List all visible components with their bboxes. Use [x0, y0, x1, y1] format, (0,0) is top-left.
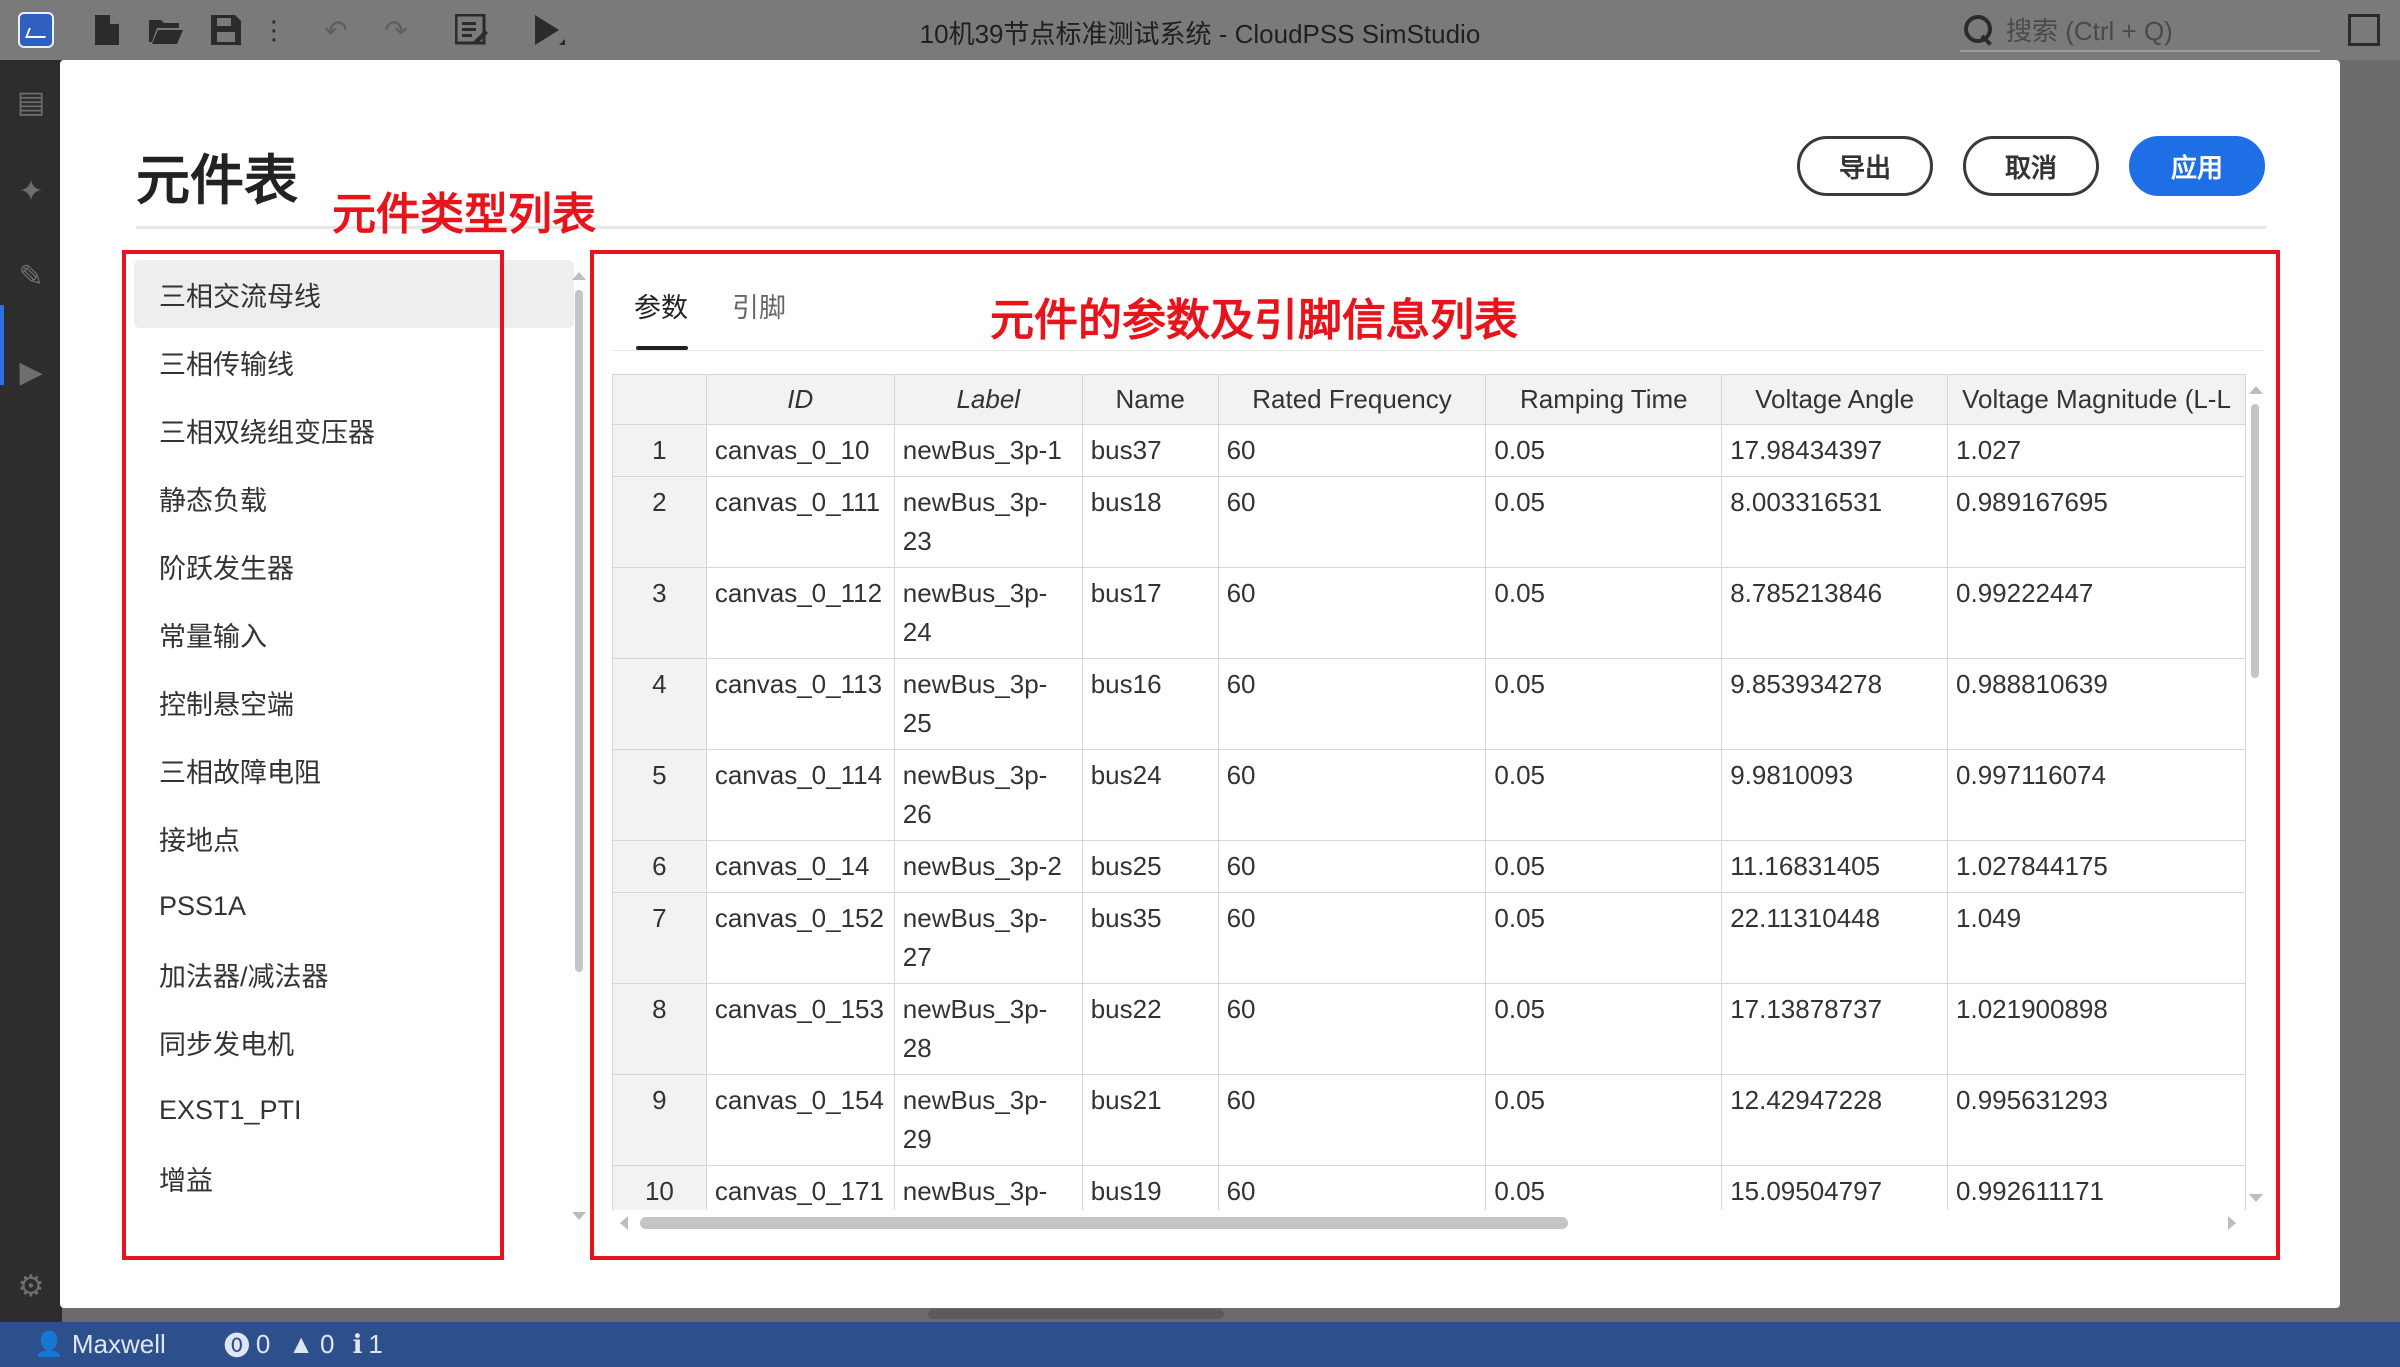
scroll-up-arrow-icon[interactable]: [572, 272, 586, 280]
scroll-down-arrow-icon[interactable]: [572, 1212, 586, 1220]
status-bar: 👤 Maxwell ⓿ 0 ▲ 0 ℹ 1: [0, 1322, 2400, 1367]
status-warnings[interactable]: 0: [320, 1329, 334, 1360]
activity-bar: ▤ ✦ ✎ ▶ ⚙: [0, 60, 62, 1322]
apply-button[interactable]: 应用: [2129, 136, 2265, 196]
search-placeholder: 搜索 (Ctrl + Q): [2006, 15, 2173, 46]
tools-icon[interactable]: ✎: [14, 260, 48, 294]
search-box[interactable]: 搜索 (Ctrl + Q): [1960, 8, 2320, 52]
info-icon: ℹ: [352, 1329, 363, 1359]
status-infos[interactable]: 1: [368, 1329, 382, 1360]
dialog-title: 元件表: [136, 151, 298, 211]
gear-icon[interactable]: ⚙: [14, 1270, 48, 1304]
fullscreen-icon[interactable]: [2348, 14, 2380, 46]
error-icon: ⓿: [223, 1331, 250, 1361]
cancel-button[interactable]: 取消: [1963, 136, 2099, 196]
type-list-annotation-label: 元件类型列表: [332, 190, 596, 239]
status-user[interactable]: Maxwell: [72, 1329, 166, 1360]
type-list-scrollbar[interactable]: [575, 290, 583, 972]
search-icon: [1960, 12, 1994, 46]
activity-selected-indicator: [0, 305, 4, 385]
plugin-icon[interactable]: ✦: [14, 175, 48, 209]
status-errors[interactable]: 0: [256, 1329, 270, 1360]
play-circle-icon[interactable]: ▶: [14, 356, 48, 390]
type-list-annotation-box: [122, 250, 504, 1260]
warning-icon: ▲: [288, 1329, 315, 1359]
title-bar: ⋮ ↶ ↷ 10机39节点标准测试系统 - CloudPSS SimStudio…: [0, 0, 2400, 60]
table-annotation-label: 元件的参数及引脚信息列表: [990, 296, 1518, 345]
console-icon[interactable]: ▤: [14, 86, 48, 120]
editor-horizontal-scrollbar[interactable]: [928, 1309, 1224, 1319]
export-button[interactable]: 导出: [1797, 136, 1933, 196]
user-icon: 👤: [34, 1331, 64, 1358]
table-annotation-box: [590, 250, 2280, 1260]
